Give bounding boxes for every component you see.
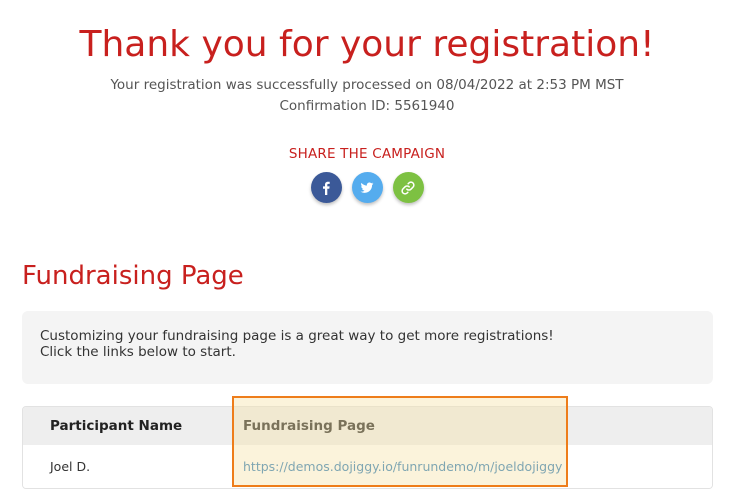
facebook-share-button[interactable] — [310, 172, 342, 203]
participant-name-cell: Joel D. — [50, 459, 91, 474]
column-header-participant-name: Participant Name — [50, 418, 183, 434]
share-campaign-label: SHARE THE CAMPAIGN — [288, 146, 446, 162]
registration-confirmation-page: Thank you for your registration! Your re… — [0, 0, 734, 504]
fundraising-info-box: Customizing your fundraising page is a g… — [22, 311, 713, 384]
table-header-row: Participant Name Fundraising Page — [23, 407, 712, 445]
column-header-fundraising-page: Fundraising Page — [243, 418, 375, 434]
processed-timestamp-text: Your registration was successfully proce… — [110, 77, 624, 93]
facebook-icon — [323, 181, 330, 195]
twitter-icon — [360, 181, 374, 193]
fundraising-section-title: Fundraising Page — [22, 261, 244, 291]
copy-link-share-button[interactable] — [392, 172, 424, 203]
confirmation-id-text: Confirmation ID: 5561940 — [279, 98, 455, 114]
table-row: Joel D. https://demos.dojiggy.io/funrund… — [23, 445, 712, 488]
info-text-line-2: Click the links below to start. — [40, 344, 236, 360]
fundraising-page-link[interactable]: https://demos.dojiggy.io/funrundemo/m/jo… — [243, 459, 562, 474]
info-text-line-1: Customizing your fundraising page is a g… — [40, 328, 554, 344]
fundraising-page-cell: https://demos.dojiggy.io/funrundemo/m/jo… — [243, 459, 562, 474]
participants-table: Participant Name Fundraising Page Joel D… — [22, 406, 713, 489]
twitter-share-button[interactable] — [351, 172, 383, 203]
page-title: Thank you for your registration! — [79, 24, 655, 65]
link-icon — [401, 180, 415, 195]
share-buttons-row — [0, 172, 734, 203]
